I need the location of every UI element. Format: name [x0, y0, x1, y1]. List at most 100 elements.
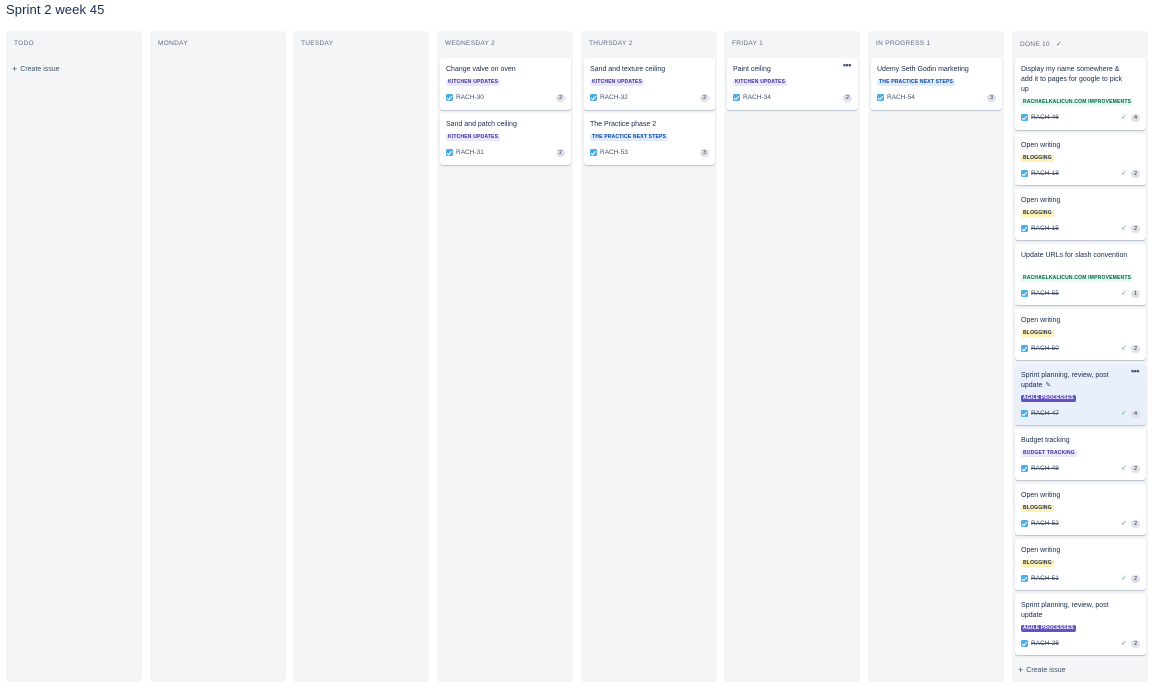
card-title: The Practice phase 2	[590, 121, 657, 128]
card-title: Sand and patch ceiling	[446, 121, 517, 128]
story-points: 2	[1131, 640, 1140, 648]
more-horizontal-icon[interactable]: •••	[840, 61, 854, 73]
story-points: 2	[700, 94, 709, 102]
epic-label: BLOGGING	[1021, 155, 1054, 162]
issue-card[interactable]: Sprint planning, review, post update ✎ ••…	[1015, 364, 1146, 425]
card-footer: RACH-55 ✓ 1	[1021, 290, 1140, 299]
card-title: Paint ceiling	[733, 66, 771, 73]
issue-card[interactable]: Update URLs for slash convention RACHAEL…	[1015, 244, 1146, 305]
issue-key: RACH-46	[1031, 114, 1059, 121]
issue-card[interactable]: Change valve on oven KITCHEN UPDATES RAC…	[440, 58, 571, 110]
issue-card[interactable]: Sand and texture ceiling KITCHEN UPDATES…	[584, 58, 715, 110]
epic-label: AGILE PROCESSES	[1021, 395, 1076, 402]
column-header: DONE 10 ✓	[1020, 40, 1062, 48]
issue-key: RACH-32	[600, 94, 628, 101]
checkmark-icon: ✓	[1121, 225, 1127, 232]
column-header: FRIDAY 1	[732, 40, 764, 47]
pencil-icon[interactable]: ✎	[1045, 382, 1051, 389]
epic-label: KITCHEN UPDATES	[590, 79, 645, 86]
issue-card[interactable]: The Practice phase 2 THE PRACTICE NEXT S…	[584, 113, 715, 165]
story-points: 2	[556, 94, 565, 102]
create-issue-button[interactable]: + Create issue	[1018, 664, 1066, 675]
epic-label: KITCHEN UPDATES	[446, 79, 501, 86]
card-footer: RACH-46 ✓ 4	[1021, 114, 1140, 123]
card-title: Budget tracking	[1021, 437, 1070, 444]
card-footer: RACH-51 ✓ 2	[1021, 575, 1140, 584]
column-wednesday: WEDNESDAY 2 Change valve on oven KITCHEN…	[437, 31, 573, 682]
card-footer: RACH-32 2	[590, 94, 709, 103]
card-title: Display my name somewhere & add it to pa…	[1021, 66, 1123, 93]
issue-card[interactable]: Open writing BLOGGING RACH-51 ✓ 2	[1015, 539, 1146, 590]
create-issue-label: Create issue	[1026, 667, 1066, 674]
issue-key: RACH-30	[456, 94, 484, 101]
card-footer: RACH-48 ✓ 2	[1021, 465, 1140, 474]
card-title: Open writing	[1021, 197, 1061, 204]
checkmark-icon: ✓	[1121, 640, 1127, 647]
story-points: 2	[1131, 170, 1140, 178]
card-footer: RACH-34 2	[733, 94, 852, 103]
issue-key: RACH-47	[1031, 410, 1059, 417]
issue-card[interactable]: Paint ceiling ••• KITCHEN UPDATES RACH-3…	[727, 58, 858, 110]
card-title: Sprint planning, review, post update	[1021, 602, 1109, 619]
card-title: Change valve on oven	[446, 66, 516, 73]
issue-card[interactable]: Sand and patch ceiling KITCHEN UPDATES R…	[440, 113, 571, 165]
plus-icon: +	[12, 63, 18, 74]
story-points: 4	[1131, 410, 1140, 418]
card-title: Open writing	[1021, 492, 1061, 499]
create-issue-button[interactable]: + Create issue	[12, 63, 60, 74]
card-title: Sprint planning, review, post update ✎	[1021, 371, 1129, 391]
kanban-board: TODO + Create issue MONDAY TUESDAY WEDNES…	[6, 31, 1148, 682]
epic-label: AGILE PROCESSES	[1021, 625, 1076, 632]
issue-key: RACH-51	[1031, 575, 1059, 582]
task-checkbox-icon	[446, 94, 453, 101]
task-checkbox-icon	[590, 149, 597, 156]
checkmark-icon: ✓	[1121, 170, 1127, 177]
issue-key: RACH-28	[1031, 640, 1059, 647]
epic-label: BLOGGING	[1021, 330, 1054, 337]
column-header: IN PROGRESS 1	[876, 40, 931, 47]
issue-card[interactable]: Udemy Seth Godin marketing THE PRACTICE …	[871, 58, 1002, 110]
issue-card[interactable]: Open writing BLOGGING RACH-18 ✓ 2	[1015, 134, 1146, 185]
column-todo: TODO + Create issue	[6, 31, 142, 682]
issue-key: RACH-52	[1031, 520, 1059, 527]
more-horizontal-icon[interactable]: •••	[1128, 367, 1142, 379]
story-points: 2	[1131, 465, 1140, 473]
issue-key: RACH-55	[1031, 290, 1059, 297]
card-footer: RACH-18 ✓ 2	[1021, 170, 1140, 179]
issue-key: RACH-18	[1031, 170, 1059, 177]
task-checkbox-icon	[1021, 345, 1028, 352]
card-title: Udemy Seth Godin marketing	[877, 66, 969, 73]
task-checkbox-icon	[446, 149, 453, 156]
checkmark-icon: ✓	[1121, 410, 1127, 417]
column-thursday: THURSDAY 2 Sand and texture ceiling KITC…	[581, 31, 717, 682]
epic-label: RACHAELKALICUN.COM IMPROVEMENTS	[1021, 99, 1134, 106]
epic-label: THE PRACTICE NEXT STEPS	[590, 134, 669, 141]
issue-key: RACH-48	[1031, 465, 1059, 472]
column-friday: FRIDAY 1 Paint ceiling ••• KITCHEN UPDAT…	[724, 31, 860, 682]
epic-label: BLOGGING	[1021, 210, 1054, 217]
issue-card[interactable]: Budget tracking BUDGET TRACKING RACH-48 …	[1015, 429, 1146, 480]
column-header-label: DONE 10	[1020, 41, 1050, 48]
epic-label: KITCHEN UPDATES	[446, 134, 501, 141]
epic-label: BLOGGING	[1021, 505, 1054, 512]
story-points: 2	[556, 149, 565, 157]
epic-label: KITCHEN UPDATES	[733, 79, 788, 86]
story-points: 1	[1131, 290, 1140, 298]
story-points: 3	[987, 94, 996, 102]
card-title: Open writing	[1021, 547, 1061, 554]
issue-key: RACH-34	[743, 94, 771, 101]
column-header: TODO	[14, 40, 34, 47]
checkmark-icon: ✓	[1121, 575, 1127, 582]
issue-card[interactable]: Open writing BLOGGING RACH-50 ✓ 2	[1015, 309, 1146, 360]
task-checkbox-icon	[590, 94, 597, 101]
issue-card[interactable]: Sprint planning, review, post update AGI…	[1015, 594, 1146, 655]
plus-icon: +	[1018, 664, 1024, 675]
card-title: Open writing	[1021, 317, 1061, 324]
task-checkbox-icon	[733, 94, 740, 101]
card-footer: RACH-28 ✓ 2	[1021, 640, 1140, 649]
issue-card[interactable]: Open writing BLOGGING RACH-52 ✓ 2	[1015, 484, 1146, 535]
story-points: 2	[1131, 520, 1140, 528]
story-points: 2	[843, 94, 852, 102]
issue-card[interactable]: Open writing BLOGGING RACH-15 ✓ 2	[1015, 189, 1146, 240]
issue-card[interactable]: Display my name somewhere & add it to pa…	[1015, 58, 1146, 130]
